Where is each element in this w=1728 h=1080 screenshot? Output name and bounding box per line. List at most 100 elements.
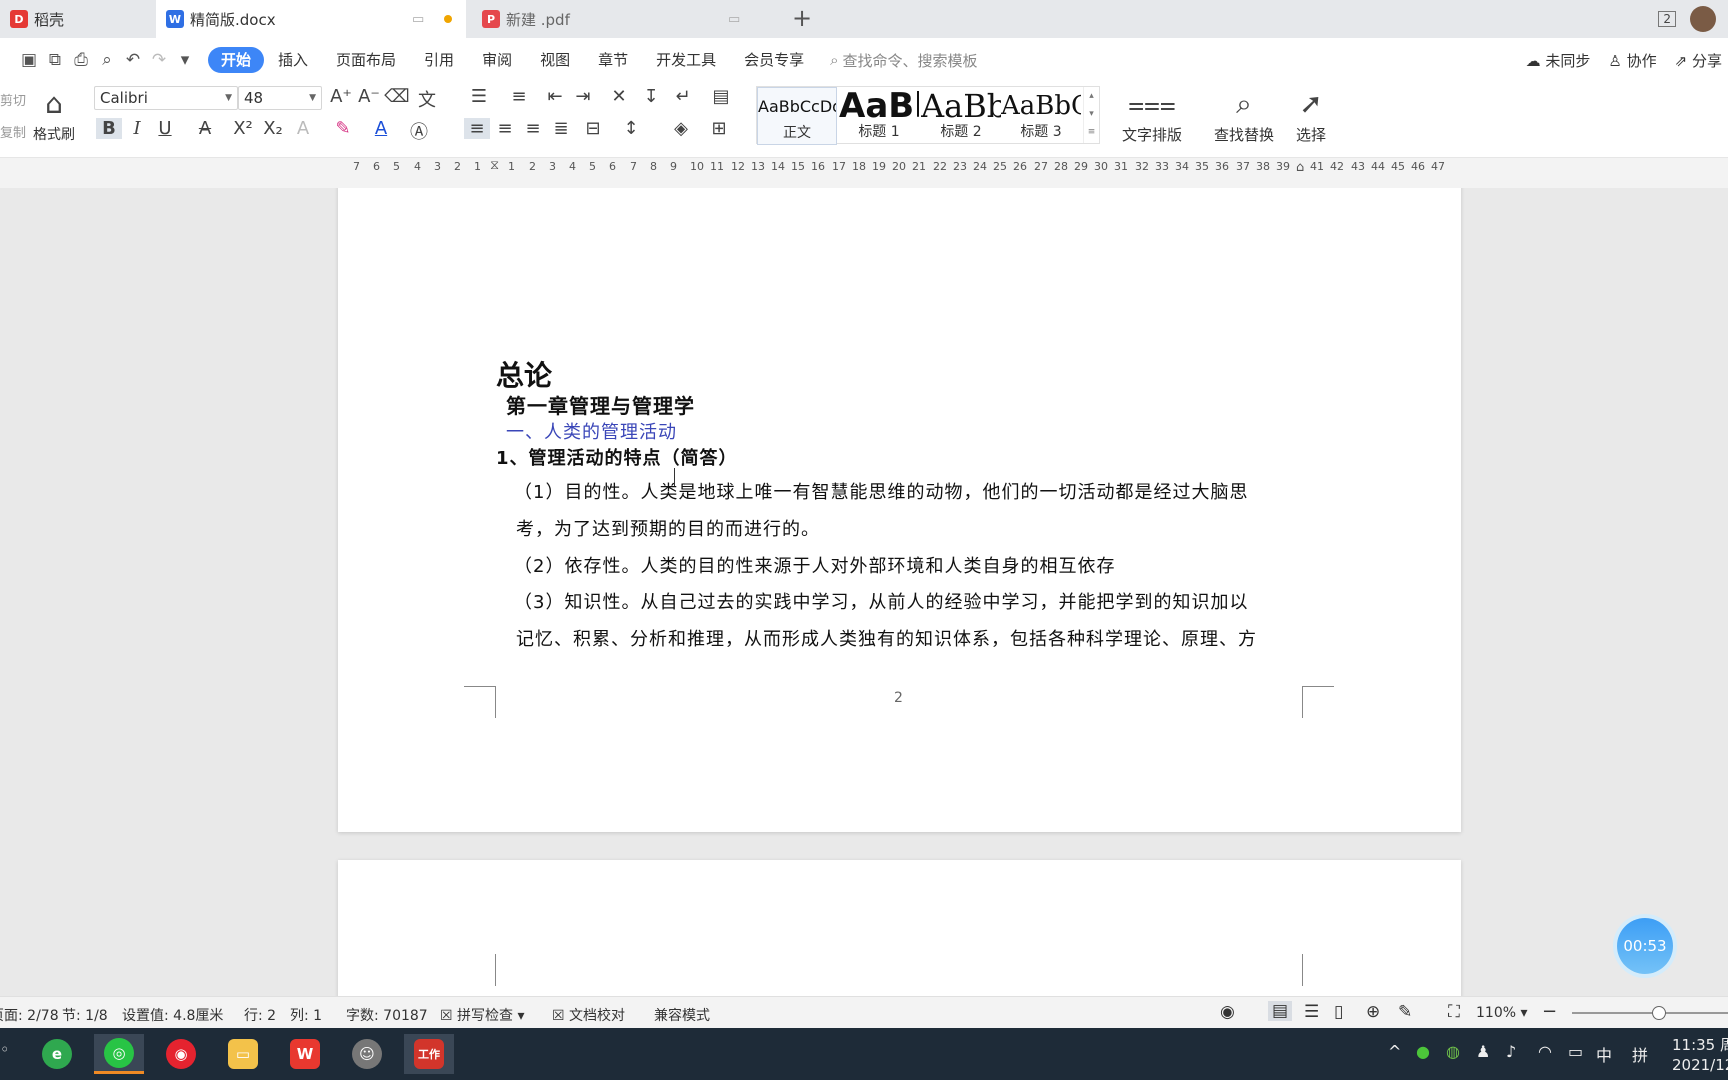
zoom-out-icon[interactable]: − xyxy=(1542,1001,1557,1022)
show-marks-icon[interactable]: ↵ xyxy=(670,86,696,107)
taskbar-browser[interactable]: e xyxy=(32,1034,82,1074)
bullet-list-icon[interactable]: ☰ xyxy=(466,86,492,107)
borders-icon[interactable]: ⊞ xyxy=(706,118,732,139)
status-section[interactable]: 节: 1/8 xyxy=(62,1005,108,1025)
status-page[interactable]: 页面: 2/78 xyxy=(0,1005,59,1025)
page-view-icon[interactable]: ▤ xyxy=(1268,1001,1293,1021)
align-left-icon[interactable]: ≡ xyxy=(464,118,490,139)
battery-icon[interactable]: ▭ xyxy=(1568,1042,1583,1061)
style-normal[interactable]: AaBbCcDd 正文 xyxy=(757,87,837,145)
fit-page-icon[interactable]: ⛶ xyxy=(1448,1002,1460,1022)
clock-date[interactable]: 2021/12 xyxy=(1672,1056,1728,1074)
decrease-indent-icon[interactable]: ⇤ xyxy=(542,86,568,107)
command-search[interactable]: ⌕ 查找命令、搜索模板 xyxy=(830,50,977,71)
sort-icon[interactable]: ↧ xyxy=(638,86,664,107)
menu-review[interactable]: 审阅 xyxy=(468,47,526,73)
style-scroll[interactable]: ▴ ▾ ≡ xyxy=(1083,87,1099,143)
menu-developer[interactable]: 开发工具 xyxy=(642,47,730,73)
highlight-icon[interactable]: ✎ xyxy=(330,118,356,139)
find-replace-button[interactable]: ⌕ 查找替换 xyxy=(1206,84,1282,145)
menu-view[interactable]: 视图 xyxy=(526,47,584,73)
horizontal-ruler[interactable]: 7 6 5 4 3 2 1 1 2 3 4 5 6 7 8 9 10 11 12 13 14 15 16 17 18 19 20 21… xyxy=(0,158,1728,188)
tray-expand-icon[interactable]: ^ xyxy=(1388,1042,1401,1061)
style-heading-1[interactable]: AaBl 标题 1 xyxy=(839,87,919,145)
justify-icon[interactable]: ≣ xyxy=(548,118,574,139)
font-size-select[interactable]: 48 ▼ xyxy=(238,86,322,110)
avatar[interactable] xyxy=(1690,6,1716,32)
volume-icon[interactable]: ♪ xyxy=(1506,1042,1516,1061)
font-family-select[interactable]: Calibri ▼ xyxy=(94,86,238,110)
window-count-badge[interactable]: 2 xyxy=(1658,11,1676,27)
more-icon[interactable]: ▾ xyxy=(172,50,198,70)
line-spacing-icon[interactable]: ↕ xyxy=(618,118,644,139)
undo-icon[interactable]: ↶ xyxy=(120,50,146,70)
superscript-icon[interactable]: X² xyxy=(230,118,256,139)
menu-chapter[interactable]: 章节 xyxy=(584,47,642,73)
phonetic-icon[interactable]: 文 xyxy=(414,86,440,112)
distribute-icon[interactable]: ⊟ xyxy=(580,118,606,139)
underline-icon[interactable]: U xyxy=(152,118,178,139)
ruler-toggle-icon[interactable]: ▤ xyxy=(708,86,734,107)
shrink-font-icon[interactable]: A⁻ xyxy=(356,86,382,107)
document-page[interactable]: 总论 第一章管理与管理学 一、人类的管理活动 1、管理活动的特点（简答） （1）… xyxy=(338,188,1461,832)
preview-icon[interactable]: ⌕ xyxy=(94,50,120,70)
font-color-icon[interactable]: A xyxy=(368,118,394,139)
text-effect-icon[interactable]: A xyxy=(290,118,316,139)
menu-home[interactable]: 开始 xyxy=(208,47,265,73)
recording-timer[interactable]: 00:53 xyxy=(1617,918,1673,974)
menu-references[interactable]: 引用 xyxy=(410,47,468,73)
tab-daoke[interactable]: D 稻壳 xyxy=(0,0,154,38)
proofread-button[interactable]: ☒ 文档校对 xyxy=(552,1005,625,1025)
align-center-icon[interactable]: ≡ xyxy=(492,118,518,139)
increase-indent-icon[interactable]: ⇥ xyxy=(570,86,596,107)
copy-button[interactable]: 复制 xyxy=(0,122,26,141)
share-button[interactable]: ⇗ 分享 xyxy=(1675,50,1722,71)
menu-vip[interactable]: 会员专享 xyxy=(730,47,818,73)
save-icon[interactable]: ▣ xyxy=(16,50,42,70)
right-indent-marker-icon[interactable]: ⌂ xyxy=(1296,160,1304,175)
document-canvas[interactable]: 总论 第一章管理与管理学 一、人类的管理活动 1、管理活动的特点（简答） （1）… xyxy=(0,188,1728,996)
zoom-slider-handle[interactable] xyxy=(1652,1006,1666,1020)
tab-pdf[interactable]: P 新建 .pdf ▭ xyxy=(472,0,782,38)
taskbar-game[interactable]: ☺ xyxy=(342,1034,392,1074)
taskbar-explorer[interactable]: ▭ xyxy=(218,1034,268,1074)
status-words[interactable]: 字数: 70187 xyxy=(346,1005,428,1025)
menu-insert[interactable]: 插入 xyxy=(264,47,322,73)
sync-button[interactable]: ☁ 未同步 xyxy=(1526,50,1591,71)
italic-icon[interactable]: I xyxy=(124,118,150,139)
document-page-next[interactable] xyxy=(338,860,1461,996)
tab-document[interactable]: W 精简版.docx ▭ xyxy=(156,0,466,38)
subscript-icon[interactable]: X₂ xyxy=(260,118,286,139)
shading-icon[interactable]: ◈ xyxy=(668,118,694,139)
strikethrough-icon[interactable]: A xyxy=(192,118,218,139)
status-setting[interactable]: 设置值: 4.8厘米 xyxy=(122,1005,223,1025)
select-button[interactable]: ➚ 选择 xyxy=(1288,84,1334,145)
export-icon[interactable]: ⧉ xyxy=(42,50,68,70)
web-view-icon[interactable]: ⊕ xyxy=(1366,1002,1380,1022)
taskbar-wechat[interactable]: ◎ xyxy=(94,1034,144,1074)
ime-mode[interactable]: 中 xyxy=(1596,1042,1612,1066)
collab-button[interactable]: ♙ 协作 xyxy=(1608,50,1656,71)
monitor-icon[interactable]: ▭ xyxy=(412,12,424,27)
print-icon[interactable]: ⎙ xyxy=(68,50,94,70)
read-view-icon[interactable]: ▯ xyxy=(1334,1002,1343,1022)
style-heading-3[interactable]: AaBbC 标题 3 xyxy=(1001,87,1081,145)
clock-time[interactable]: 11:35 周 xyxy=(1672,1034,1728,1055)
wifi-icon[interactable]: ◠ xyxy=(1538,1042,1552,1061)
numbered-list-icon[interactable]: ≡ xyxy=(506,86,532,107)
outline-view-icon[interactable]: ☰ xyxy=(1304,1002,1319,1022)
new-tab-button[interactable]: + xyxy=(792,4,812,32)
chinese-layout-icon[interactable]: ✕ xyxy=(606,86,632,107)
style-heading-2[interactable]: AaBb 标题 2 xyxy=(921,87,1001,145)
redo-icon[interactable]: ↷ xyxy=(146,50,172,70)
write-view-icon[interactable]: ✎ xyxy=(1398,1002,1412,1022)
start-fragment-icon[interactable]: ◦ xyxy=(0,1040,9,1059)
clear-format-icon[interactable]: ⌫ xyxy=(384,86,410,107)
tray-security-icon[interactable]: ◍ xyxy=(1446,1042,1460,1061)
eye-protect-icon[interactable]: ◉ xyxy=(1220,1002,1235,1022)
zoom-slider[interactable] xyxy=(1572,1012,1728,1014)
bold-icon[interactable]: B xyxy=(96,118,122,139)
cut-button[interactable]: 剪切 xyxy=(0,90,26,109)
indent-marker-icon[interactable]: ⧖ xyxy=(490,158,499,173)
monitor-icon[interactable]: ▭ xyxy=(728,12,740,27)
